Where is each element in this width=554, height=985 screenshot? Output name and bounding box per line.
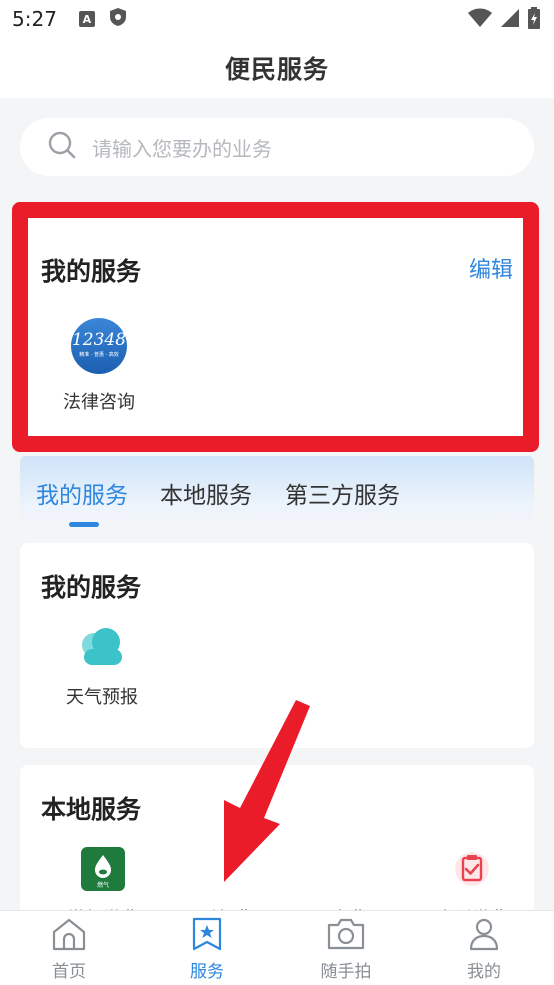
- badge-number: 12348: [72, 330, 126, 350]
- nav-label: 我的: [467, 962, 501, 982]
- title-bar: 便民服务: [0, 38, 554, 98]
- tab-third-party-services[interactable]: 第三方服务: [285, 476, 400, 510]
- cloud-icon: [78, 625, 126, 673]
- service-item-legal[interactable]: 12348 精准 · 普惠 · 高效 法律咨询: [49, 318, 149, 414]
- service-tabs: 我的服务 本地服务 第三方服务: [20, 456, 534, 528]
- camera-icon: [326, 917, 366, 955]
- edit-button[interactable]: 编辑: [469, 252, 513, 284]
- section-title: 本地服务: [41, 795, 142, 824]
- tab-indicator: [69, 522, 99, 527]
- service-label: 法律咨询: [63, 392, 135, 413]
- battery-icon: [528, 7, 540, 33]
- tab-local-services[interactable]: 本地服务: [160, 476, 252, 510]
- status-time: 5:27: [12, 7, 57, 31]
- badge-sub: 精准 · 普惠 · 高效: [79, 351, 119, 358]
- clipboard-check-icon: [450, 847, 494, 895]
- nav-label: 服务: [190, 962, 224, 982]
- bottom-nav: 首页 服务 随手拍 我的: [0, 910, 554, 985]
- user-icon: [468, 917, 500, 955]
- tab-my-services[interactable]: 我的服务: [36, 476, 128, 510]
- home-icon: [51, 917, 87, 955]
- signal-icon: [500, 8, 520, 32]
- search-icon: [48, 131, 76, 163]
- nav-item-services[interactable]: 服务: [157, 917, 257, 982]
- shield-icon: [109, 7, 127, 31]
- nav-item-snapshot[interactable]: 随手拍: [296, 917, 396, 982]
- nav-item-home[interactable]: 首页: [19, 917, 119, 982]
- search-input[interactable]: 请输入您要办的业务: [20, 118, 534, 176]
- status-bar: 5:27 A: [0, 0, 554, 38]
- nav-label: 随手拍: [320, 962, 372, 982]
- my-services-card: 我的服务 编辑 12348 精准 · 普惠 · 高效 法律咨询: [12, 202, 539, 452]
- gas-icon: 燃气: [81, 847, 125, 895]
- annotation-arrow: [200, 700, 320, 894]
- gas-icon-text: 燃气: [97, 881, 109, 889]
- search-placeholder: 请输入您要办的业务: [92, 136, 272, 161]
- nav-item-mine[interactable]: 我的: [434, 917, 534, 982]
- page-title: 便民服务: [224, 55, 329, 84]
- law-12348-icon: 12348 精准 · 普惠 · 高效: [71, 318, 127, 378]
- section-title: 我的服务: [41, 573, 142, 602]
- nav-label: 首页: [52, 962, 86, 982]
- service-label: 天气预报: [66, 687, 138, 708]
- bookmark-star-icon: [191, 917, 223, 955]
- water-icon: [327, 847, 371, 895]
- a-badge-icon: A: [78, 11, 95, 27]
- service-item-weather[interactable]: 天气预报: [52, 625, 152, 709]
- wifi-icon: [468, 8, 492, 32]
- search-area: 请输入您要办的业务: [0, 98, 554, 178]
- card-title: 我的服务: [41, 257, 142, 286]
